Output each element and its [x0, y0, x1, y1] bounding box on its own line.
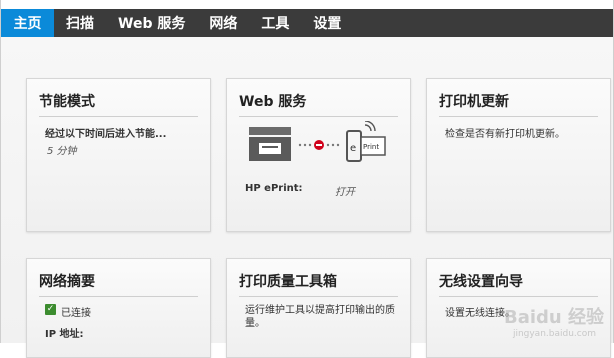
card-title: 节能模式: [39, 91, 198, 117]
network-status: 已连接: [61, 308, 91, 319]
baidu-watermark: Baidu 经验: [503, 307, 604, 328]
printer-update-card[interactable]: 打印机更新 检查是否有新打印机更新。: [426, 78, 611, 232]
web-services-card[interactable]: Web 服务 e Print HP ePrint: 打开: [226, 78, 411, 232]
card-title: 无线设置向导: [439, 271, 598, 297]
card-title: 打印机更新: [439, 91, 598, 117]
home-dashboard: 节能模式 经过以下时间后进入节能... 5 分钟 Web 服务 e Print …: [1, 37, 613, 358]
print-quality-toolbox-card[interactable]: 打印质量工具箱 运行维护工具以提高打印输出的质量。: [226, 258, 411, 358]
card-title: 网络摘要: [39, 271, 198, 297]
nav-tab-home[interactable]: 主页: [1, 9, 54, 37]
nav-tab-settings[interactable]: 设置: [301, 9, 353, 37]
power-save-description: 经过以下时间后进入节能...: [45, 129, 167, 140]
check-icon: ✓: [45, 304, 56, 315]
eprint-icon: e Print: [346, 121, 386, 162]
power-save-card[interactable]: 节能模式 经过以下时间后进入节能... 5 分钟: [26, 78, 211, 232]
nav-tab-network[interactable]: 网络: [197, 9, 249, 37]
card-title: Web 服务: [239, 91, 398, 117]
svg-text:Print: Print: [363, 143, 379, 151]
web-services-diagram: e Print: [249, 121, 386, 162]
nav-tab-web-services[interactable]: Web 服务: [106, 9, 197, 37]
printer-icon: [249, 127, 291, 161]
eprint-status: 打开: [335, 187, 355, 198]
eprint-label: HP ePrint:: [245, 183, 303, 194]
baidu-watermark-url: jingyan.baidu.com: [512, 329, 596, 339]
svg-text:e: e: [350, 143, 356, 154]
power-save-value: 5 分钟: [47, 146, 77, 157]
nav-tab-tools[interactable]: 工具: [249, 9, 301, 37]
print-quality-description: 运行维护工具以提高打印输出的质量。: [245, 305, 395, 329]
network-summary-card[interactable]: 网络摘要 ✓ 已连接 IP 地址:: [26, 258, 211, 358]
card-title: 打印质量工具箱: [239, 271, 398, 297]
nav-tab-scan[interactable]: 扫描: [54, 9, 106, 37]
top-navigation-bar: 主页 扫描 Web 服务 网络 工具 设置: [1, 9, 613, 37]
ip-address-label: IP 地址:: [45, 329, 84, 340]
error-icon: [314, 140, 324, 150]
printer-update-description: 检查是否有新打印机更新。: [445, 129, 565, 140]
